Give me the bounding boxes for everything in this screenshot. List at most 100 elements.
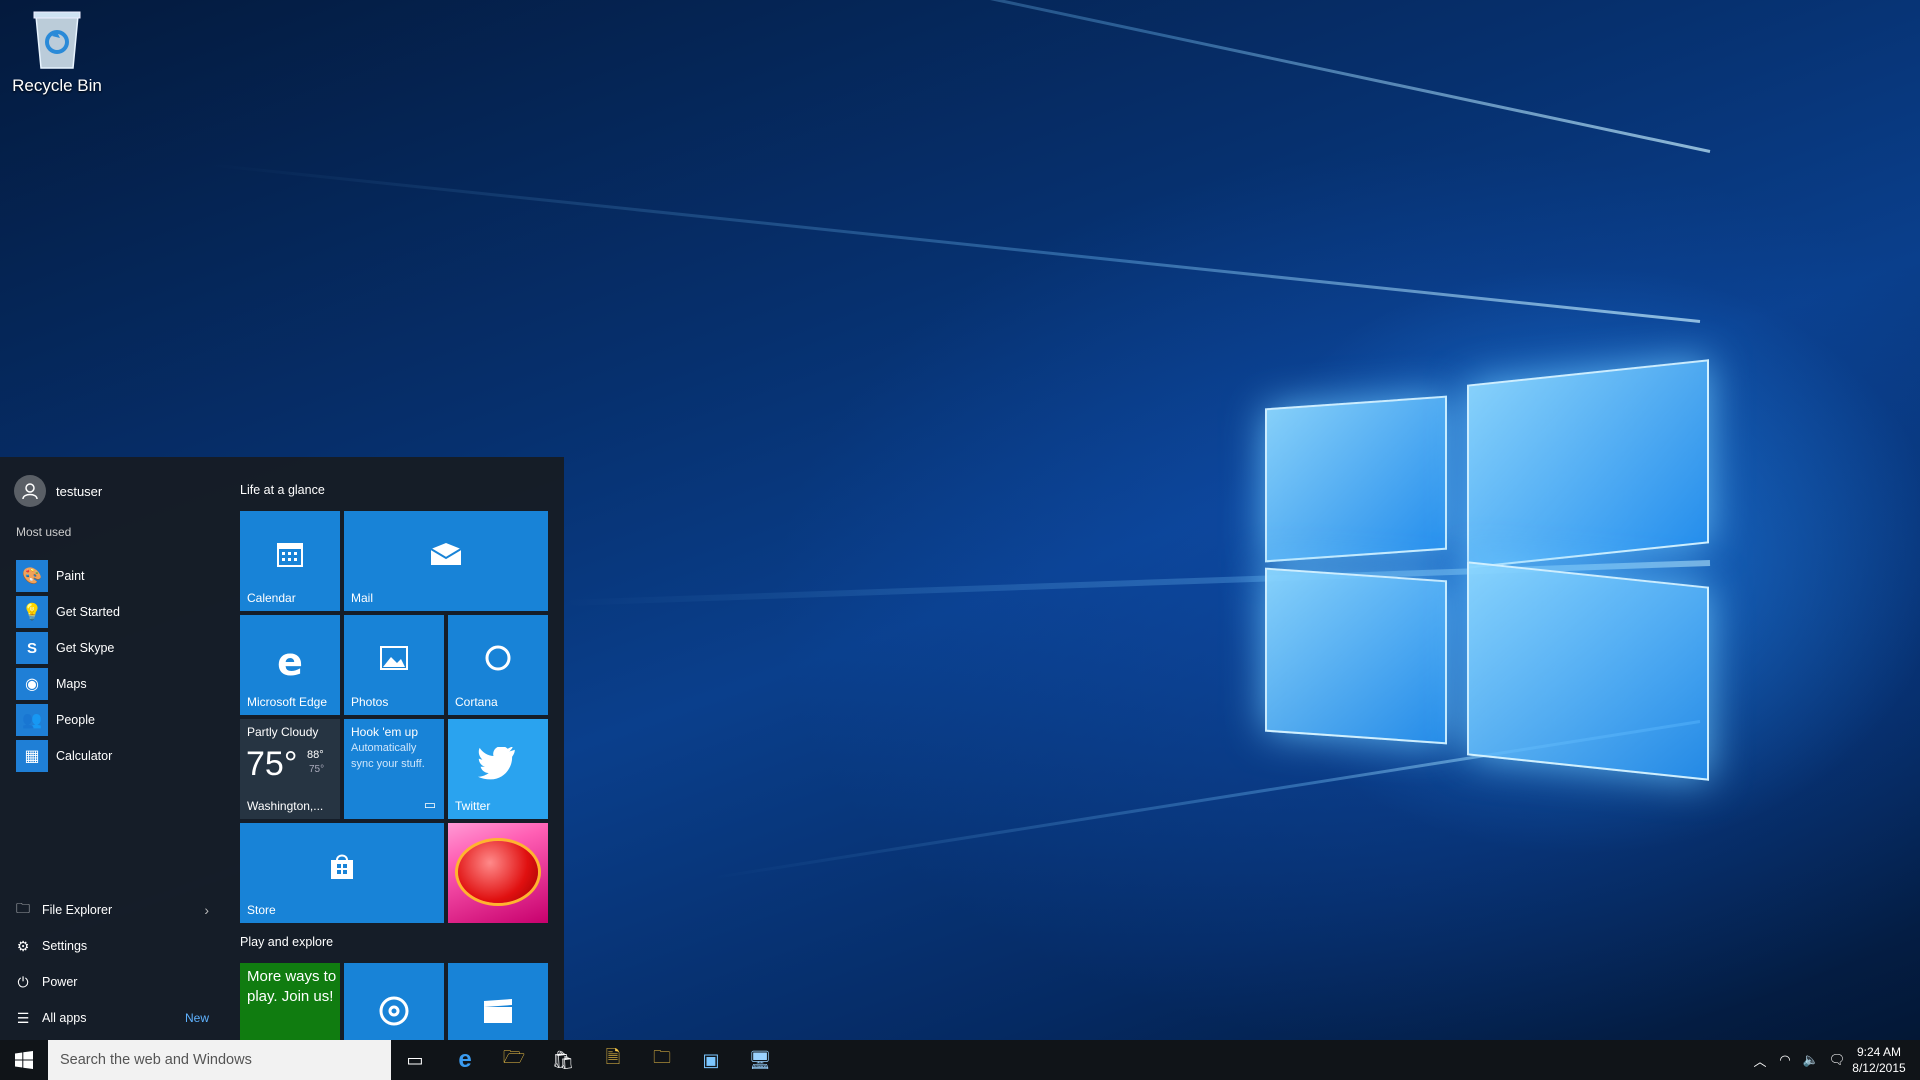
app-get-started[interactable]: 💡 Get Started [16, 596, 221, 628]
app-label: Get Skype [56, 641, 115, 655]
more-ways-text: More ways to play. Join us! [247, 968, 337, 1005]
app-calculator[interactable]: ▦ Calculator [16, 740, 221, 772]
tile-label: Microsoft Edge [247, 695, 328, 709]
cortana-icon [448, 643, 548, 679]
group-title-life-at-a-glance: Life at a glance [240, 483, 325, 497]
volume-button[interactable]: 🔈 [1798, 1040, 1824, 1080]
control-panel-taskbar-button[interactable]: ▣ [687, 1040, 735, 1080]
search-box[interactable]: Search the web and Windows [48, 1040, 391, 1080]
file-explorer-label: File Explorer [42, 903, 113, 917]
task-view-button[interactable]: ▭ [391, 1040, 439, 1080]
all-apps-label: All apps [42, 1011, 87, 1025]
folder-icon: 🗀 [16, 900, 30, 916]
hook-title: Hook 'em up [351, 725, 418, 739]
store-bag-icon [240, 851, 444, 887]
weather-location: Washington,... [247, 799, 324, 813]
file-explorer-item[interactable]: 🗀 File Explorer › [14, 895, 209, 925]
remote-desktop-icon: 🖥 [748, 1049, 772, 1070]
edge-icon: e [277, 640, 303, 684]
recycle-bin[interactable]: Recycle Bin [8, 8, 106, 96]
candy-icon [458, 841, 538, 903]
tile-calendar[interactable]: Calendar [240, 511, 340, 611]
power-item[interactable]: ⏻ Power [14, 967, 209, 997]
tile-mail[interactable]: Mail [344, 511, 548, 611]
file-folder-icon: 🗀 [653, 1047, 671, 1067]
devices-icon: ▭ [423, 797, 436, 812]
gear-icon: ⚙ [16, 937, 30, 954]
tile-label: Twitter [455, 799, 491, 813]
edge-taskbar-button[interactable]: e [441, 1040, 489, 1080]
hook-body: Automatically sync your stuff. [351, 742, 425, 770]
app-paint[interactable]: 🎨 Paint [16, 560, 221, 592]
weather-high: 88° [307, 749, 324, 761]
start-button[interactable] [0, 1040, 48, 1080]
store-taskbar-button[interactable]: 🛍 [539, 1040, 587, 1080]
tile-store[interactable]: Store [240, 823, 444, 923]
app-label: Maps [56, 677, 87, 691]
user-account[interactable]: testuser [14, 475, 102, 507]
tile-movies-tv[interactable] [448, 963, 548, 1040]
twitter-bird-icon [448, 746, 548, 789]
light-beam [330, 0, 1711, 153]
windows-logo-icon [15, 1051, 33, 1069]
photos-icon [344, 643, 444, 677]
weather-low: 75° [309, 764, 325, 775]
control-panel-icon: ▣ [702, 1049, 720, 1070]
user-avatar-icon [14, 475, 46, 507]
tile-label: Photos [351, 695, 389, 709]
clock[interactable]: 9:24 AM 8/12/2015 [1843, 1044, 1915, 1076]
all-apps-item[interactable]: ☰ All apps New [14, 1003, 209, 1033]
app-label: People [56, 713, 95, 727]
tile-xbox-more-ways[interactable]: More ways to play. Join us! [240, 963, 340, 1040]
app-people[interactable]: 👥 People [16, 704, 221, 736]
network-icon: ◠ [1779, 1052, 1791, 1067]
app-maps[interactable]: ◉ Maps [16, 668, 221, 700]
tile-weather[interactable]: Partly Cloudy 75° 88° 75° Washington,... [240, 719, 340, 819]
weather-condition: Partly Cloudy [247, 725, 319, 739]
mail-icon [344, 539, 548, 573]
tile-hook-em-up[interactable]: Hook 'em up Automatically sync your stuf… [344, 719, 444, 819]
remote-desktop-taskbar-button[interactable]: 🖥 [736, 1040, 784, 1080]
documents-taskbar-button[interactable]: 🗎 [589, 1040, 637, 1080]
light-beam [208, 163, 1701, 323]
settings-label: Settings [42, 939, 88, 953]
tile-label: Store [247, 903, 276, 917]
file-explorer-taskbar-button[interactable]: 🗁 [490, 1040, 538, 1080]
edge-icon: e [458, 1046, 472, 1073]
start-left-column: testuser Most used 🎨 Paint 💡 Get Started… [0, 457, 225, 1040]
recycle-bin-label: Recycle Bin [12, 76, 102, 95]
power-label: Power [42, 975, 78, 989]
user-name: testuser [56, 483, 103, 499]
tile-label: Calendar [247, 591, 296, 605]
app-get-skype[interactable]: S Get Skype [16, 632, 221, 664]
app-label: Paint [56, 569, 85, 583]
tile-cortana[interactable]: Cortana [448, 615, 548, 715]
settings-item[interactable]: ⚙ Settings [14, 931, 209, 961]
clapperboard-icon [448, 997, 548, 1031]
tile-label: Mail [351, 591, 374, 605]
tile-photos[interactable]: Photos [344, 615, 444, 715]
network-button[interactable]: ◠ [1772, 1040, 1798, 1080]
tile-microsoft-edge[interactable]: e Microsoft Edge [240, 615, 340, 715]
recycle-bin-icon [30, 8, 84, 70]
app-label: Get Started [56, 605, 120, 619]
list-icon: ☰ [16, 1009, 30, 1026]
calculator-icon: ▦ [16, 740, 48, 772]
chevron-right-icon[interactable]: › [204, 902, 209, 918]
tile-twitter[interactable]: Twitter [448, 719, 548, 819]
tile-label: Cortana [455, 695, 498, 709]
start-menu: testuser Most used 🎨 Paint 💡 Get Started… [0, 457, 564, 1040]
lightbulb-icon: 💡 [16, 596, 48, 628]
tile-groove-music[interactable] [344, 963, 444, 1040]
task-view-icon: ▭ [406, 1049, 424, 1070]
volume-icon: 🔈 [1802, 1052, 1820, 1067]
chevron-up-icon: ︿ [1753, 1053, 1767, 1069]
clock-date: 8/12/2015 [1852, 1061, 1906, 1075]
show-hidden-icons-button[interactable]: ︿ [1748, 1040, 1772, 1080]
most-used-heading: Most used [16, 525, 72, 539]
clock-time: 9:24 AM [1856, 1045, 1902, 1059]
app-label: Calculator [56, 749, 113, 763]
tile-candy-crush[interactable] [448, 823, 548, 923]
files-taskbar-button[interactable]: 🗀 [638, 1040, 686, 1080]
paint-icon: 🎨 [16, 560, 48, 592]
